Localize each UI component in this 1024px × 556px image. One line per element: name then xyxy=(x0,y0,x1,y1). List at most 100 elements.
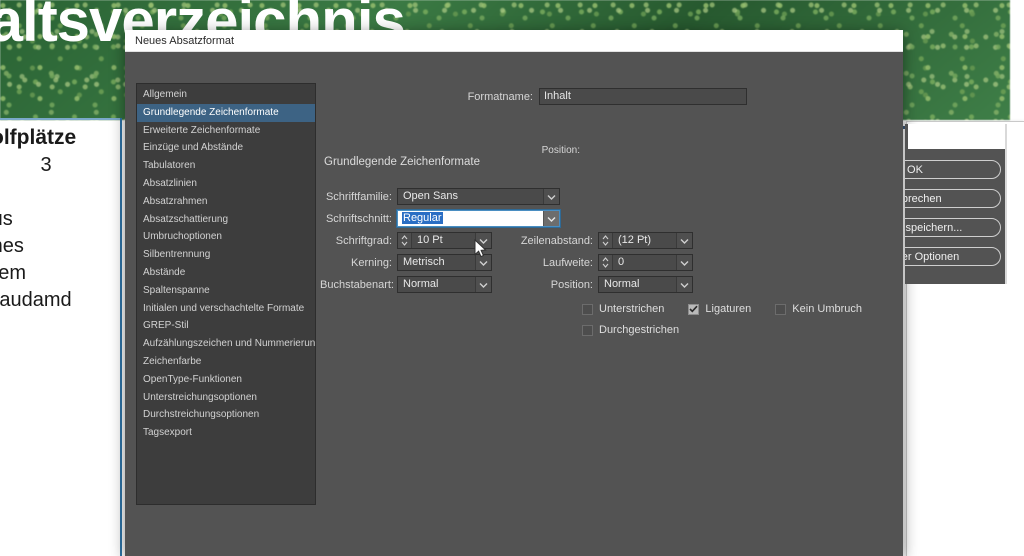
chevron-down-icon[interactable] xyxy=(475,233,491,248)
chevron-down-icon[interactable] xyxy=(475,255,491,270)
category-item-unterstreichungsoptionen[interactable]: Unterstreichungsoptionen xyxy=(137,389,315,407)
field-schriftschnitt: Schriftschnitt: Regular xyxy=(320,210,560,227)
zeilenabstand-combobox[interactable]: (12 Pt) xyxy=(598,232,693,249)
kerning-label: Kerning: xyxy=(351,256,392,269)
checkbox-kein-umbruch[interactable] xyxy=(775,303,787,315)
toc-row: n se audamd xyxy=(0,287,136,314)
formatname-input[interactable]: Inhalt xyxy=(539,88,747,105)
chevron-down-icon[interactable] xyxy=(475,277,491,292)
category-list[interactable]: Allgemein Grundlegende Zeichenformate Er… xyxy=(136,83,316,505)
category-item-durchstreichungsoptionen[interactable]: Durchstreichungsoptionen xyxy=(137,406,315,424)
category-item-grundlegende-zeichenformate[interactable]: Grundlegende Zeichenformate xyxy=(137,103,315,122)
stepper-icon[interactable] xyxy=(398,233,412,248)
toc-entry-label: n se audamd xyxy=(0,289,72,311)
category-item-initialen-und-verschachtelte-formate[interactable]: Initialen und verschachtelte Formate xyxy=(137,300,315,318)
checkbox-ligaturen-label: Ligaturen xyxy=(705,303,752,315)
laufweite-combobox[interactable]: 0 xyxy=(598,254,693,271)
category-item-allgemein[interactable]: Allgemein xyxy=(137,86,315,104)
category-item-silbentrennung[interactable]: Silbentrennung xyxy=(137,246,315,264)
dialog-title: Neues Absatzformat xyxy=(135,34,235,47)
cancel-button[interactable]: Abbrechen xyxy=(905,189,1001,208)
category-item-tabulatoren[interactable]: Tabulatoren xyxy=(137,157,315,175)
chevron-down-icon[interactable] xyxy=(676,277,692,292)
dialog-button-column: OK Abbrechen Format speichern... Weniger… xyxy=(905,124,1024,284)
stepper-icon[interactable] xyxy=(599,233,613,248)
toc-entry-label: estidem xyxy=(0,262,27,284)
document-top-rule xyxy=(0,118,122,120)
form-row-kerning-laufweite: Kerning: Metrisch Laufweite: 0 xyxy=(320,252,810,273)
category-item-spaltenspanne[interactable]: Spaltenspanne xyxy=(137,282,315,300)
field-laufweite: Laufweite: 0 xyxy=(511,254,693,271)
fewer-options-button[interactable]: Weniger Optionen xyxy=(905,247,1001,266)
schriftschnitt-value-wrap: Regular xyxy=(398,211,543,226)
chevron-down-icon[interactable] xyxy=(543,211,559,226)
chevron-down-icon[interactable] xyxy=(543,189,559,204)
schriftschnitt-value: Regular xyxy=(402,212,443,224)
kerning-combobox[interactable]: Metrisch xyxy=(397,254,492,271)
table-of-contents: n Golfplätze 3 am 4 prorus 4 blis nes 4 … xyxy=(0,126,136,314)
field-kerning: Kerning: Metrisch xyxy=(320,254,492,271)
toc-row: blis nes 4 xyxy=(0,233,136,260)
field-zeilenabstand: Zeilenabstand: (12 Pt) xyxy=(511,232,693,249)
formatname-label: Formatname: xyxy=(467,90,533,103)
position-value: Normal xyxy=(604,278,640,290)
dialog-body: Allgemein Grundlegende Zeichenformate Er… xyxy=(125,52,903,556)
category-item-opentype-funktionen[interactable]: OpenType-Funktionen xyxy=(137,371,315,389)
toc-row: am 4 xyxy=(0,179,136,206)
schriftfamilie-label: Schriftfamilie: xyxy=(325,190,392,203)
dialog-right-edge xyxy=(1005,124,1007,284)
checkbox-durchgestrichen[interactable] xyxy=(582,324,593,336)
checkbox-unterstrichen-label: Unterstrichen xyxy=(599,303,665,315)
dialog-content-pane: Formatname: Inhalt Position: Grundlegend… xyxy=(320,52,903,556)
save-format-button[interactable]: Format speichern... xyxy=(905,218,1001,237)
form-row-schriftgrad-zeilenabstand: Schriftgrad: 10 Pt Zeilenabstand: (12 Pt… xyxy=(320,230,810,251)
schriftschnitt-combobox[interactable]: Regular xyxy=(397,210,560,227)
chevron-down-icon[interactable] xyxy=(676,233,692,248)
schriftgrad-combobox[interactable]: 10 Pt xyxy=(397,232,492,249)
field-position: Position: Normal xyxy=(511,276,693,293)
buchstabenart-value: Normal xyxy=(403,278,439,290)
dialog-button-column-top-gap xyxy=(908,124,1005,149)
category-item-grep-stil[interactable]: GREP-Stil xyxy=(137,317,315,335)
stepper-icon[interactable] xyxy=(599,255,613,270)
toc-row: estidem 5 xyxy=(0,260,136,287)
category-item-absatzrahmen[interactable]: Absatzrahmen xyxy=(137,193,315,211)
checkbox-unterstrichen[interactable] xyxy=(582,303,593,315)
checkbox-row-2: Durchgestrichen xyxy=(582,322,922,338)
category-item-tagsexport[interactable]: Tagsexport xyxy=(137,424,315,442)
field-schriftgrad: Schriftgrad: 10 Pt xyxy=(320,232,492,249)
schriftgrad-label: Schriftgrad: xyxy=(335,234,392,247)
laufweite-value: 0 xyxy=(618,256,625,268)
category-item-zeichenfarbe[interactable]: Zeichenfarbe xyxy=(137,353,315,371)
category-item-umbruchoptionen[interactable]: Umbruchoptionen xyxy=(137,228,315,246)
category-item-erweiterte-zeichenformate[interactable]: Erweiterte Zeichenformate xyxy=(137,122,315,140)
form-row-schriftschnitt: Schriftschnitt: Regular xyxy=(320,208,810,229)
checkbox-kein-umbruch-label: Kein Umbruch xyxy=(792,303,862,315)
field-buchstabenart: Buchstabenart: Normal xyxy=(320,276,492,293)
position-combobox[interactable]: Normal xyxy=(598,276,693,293)
category-item-absatzlinien[interactable]: Absatzlinien xyxy=(137,175,315,193)
chevron-down-icon[interactable] xyxy=(676,255,692,270)
toc-row: prorus 4 xyxy=(0,206,136,233)
zeilenabstand-label: Zeilenabstand: xyxy=(520,234,593,247)
category-item-aufzaehlungszeichen-und-nummerierung[interactable]: Aufzählungszeichen und Nummerierung xyxy=(137,335,315,353)
buchstabenart-combobox[interactable]: Normal xyxy=(397,276,492,293)
schriftfamilie-value: Open Sans xyxy=(403,190,459,202)
dialog-titlebar[interactable]: Neues Absatzformat xyxy=(125,30,903,52)
category-item-absatzschattierung[interactable]: Absatzschattierung xyxy=(137,211,315,229)
category-item-abstaende[interactable]: Abstände xyxy=(137,264,315,282)
toc-entry-label: prorus xyxy=(0,208,13,230)
checkbox-ligaturen[interactable] xyxy=(688,303,700,315)
section-title: Grundlegende Zeichenformate xyxy=(324,156,480,168)
schriftgrad-value: 10 Pt xyxy=(417,234,443,246)
field-schriftfamilie: Schriftfamilie: Open Sans xyxy=(320,188,560,205)
position-label-top: Position: xyxy=(541,145,580,156)
schriftfamilie-combobox[interactable]: Open Sans xyxy=(397,188,560,205)
screen: haltsverzeichnis n Golfplätze 3 am 4 pro… xyxy=(0,0,1024,556)
toc-row: 3 xyxy=(0,152,136,179)
form-row-buchstabenart-position: Buchstabenart: Normal Position: Normal xyxy=(320,274,810,295)
formatname-row: Formatname: Inhalt xyxy=(320,88,940,105)
category-item-einzuege-und-abstaende[interactable]: Einzüge und Abstände xyxy=(137,139,315,157)
ok-button[interactable]: OK xyxy=(905,160,1001,179)
character-option-checkboxes: Unterstrichen Ligaturen Kein Umbruch Dur… xyxy=(582,301,922,343)
